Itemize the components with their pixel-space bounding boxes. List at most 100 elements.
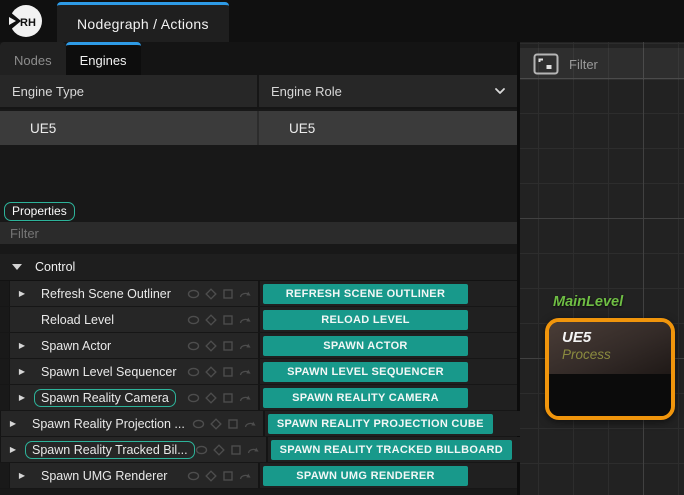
diamond-keyframe-icon[interactable] xyxy=(205,340,217,352)
property-label: Reload Level xyxy=(34,311,121,329)
row-state-icons xyxy=(187,392,252,404)
property-label: Spawn Reality Projection ... xyxy=(25,415,192,433)
diamond-keyframe-icon[interactable] xyxy=(210,418,222,430)
property-label: Spawn UMG Renderer xyxy=(34,467,174,485)
property-row[interactable]: ▶ Spawn Reality Tracked Bil... SPAWN REA… xyxy=(0,437,517,463)
node-level-label: MainLevel xyxy=(553,294,623,310)
property-row[interactable]: ▶ Spawn Actor SPAWN ACTOR xyxy=(0,333,517,359)
tab-nodes[interactable]: Nodes xyxy=(0,42,66,75)
expand-arrow-icon[interactable]: ▶ xyxy=(10,471,34,480)
oval-keyframe-icon[interactable] xyxy=(195,444,208,456)
engine-table-header: Engine Type Engine Role xyxy=(0,75,517,109)
action-cell: REFRESH SCENE OUTLINER xyxy=(258,281,517,306)
square-keyframe-icon[interactable] xyxy=(222,366,234,378)
row-state-icons xyxy=(192,418,257,430)
oval-keyframe-icon[interactable] xyxy=(187,470,200,482)
revert-arrow-icon[interactable] xyxy=(239,366,252,378)
square-keyframe-icon[interactable] xyxy=(227,418,239,430)
diamond-keyframe-icon[interactable] xyxy=(205,314,217,326)
action-button[interactable]: SPAWN UMG RENDERER xyxy=(263,466,468,486)
nodegraph-canvas[interactable]: MainLevel UE5 Process xyxy=(520,42,684,495)
revert-arrow-icon[interactable] xyxy=(239,314,252,326)
panel-tab-bar: Nodes Engines xyxy=(0,42,517,75)
oval-keyframe-icon[interactable] xyxy=(187,392,200,404)
column-header-engine-role[interactable]: Engine Role xyxy=(259,75,517,107)
expand-arrow-icon[interactable]: ▶ xyxy=(10,393,34,402)
revert-arrow-icon[interactable] xyxy=(244,418,257,430)
action-button[interactable]: SPAWN ACTOR xyxy=(263,336,468,356)
engine-table-row[interactable]: UE5 UE5 xyxy=(0,111,517,145)
expand-arrow-icon[interactable]: ▶ xyxy=(10,289,34,298)
square-keyframe-icon[interactable] xyxy=(222,314,234,326)
diamond-keyframe-icon[interactable] xyxy=(205,470,217,482)
oval-keyframe-icon[interactable] xyxy=(187,314,200,326)
expand-arrow-icon[interactable]: ▶ xyxy=(10,367,34,376)
action-button[interactable]: REFRESH SCENE OUTLINER xyxy=(263,284,468,304)
action-button[interactable]: RELOAD LEVEL xyxy=(263,310,468,330)
tab-engines-label: Engines xyxy=(80,53,127,68)
square-keyframe-icon[interactable] xyxy=(222,470,234,482)
engine-type-cell[interactable]: UE5 xyxy=(0,111,259,145)
expand-arrow-icon[interactable]: ▶ xyxy=(10,341,34,350)
property-row[interactable]: ▶ Refresh Scene Outliner REFRESH SCENE O… xyxy=(0,281,517,307)
oval-keyframe-icon[interactable] xyxy=(192,418,205,430)
row-gutter xyxy=(0,385,10,410)
oval-keyframe-icon[interactable] xyxy=(187,366,200,378)
row-state-icons xyxy=(187,470,252,482)
square-keyframe-icon[interactable] xyxy=(230,444,242,456)
action-button[interactable]: SPAWN REALITY TRACKED BILLBOARD xyxy=(271,440,512,460)
expand-arrow-icon[interactable]: ▶ xyxy=(1,445,25,454)
diamond-keyframe-icon[interactable] xyxy=(205,392,217,404)
revert-arrow-icon[interactable] xyxy=(239,288,252,300)
diamond-keyframe-icon[interactable] xyxy=(205,288,217,300)
property-row[interactable]: ▶ Spawn UMG Renderer SPAWN UMG RENDERER xyxy=(0,463,517,489)
app-window: RH Nodegraph / Actions Nodes Engines Eng… xyxy=(0,0,684,495)
property-row[interactable]: ▶ Spawn Level Sequencer SPAWN LEVEL SEQU… xyxy=(0,359,517,385)
square-keyframe-icon[interactable] xyxy=(222,288,234,300)
property-row[interactable]: ▶ Spawn Reality Projection ... SPAWN REA… xyxy=(0,411,517,437)
action-button[interactable]: SPAWN REALITY CAMERA xyxy=(263,388,468,408)
engines-panel: Nodes Engines Engine Type Engine Role UE… xyxy=(0,42,517,495)
oval-keyframe-icon[interactable] xyxy=(187,340,200,352)
oval-keyframe-icon[interactable] xyxy=(187,288,200,300)
diamond-keyframe-icon[interactable] xyxy=(205,366,217,378)
property-label: Spawn Reality Tracked Bil... xyxy=(25,441,195,459)
revert-arrow-icon[interactable] xyxy=(239,470,252,482)
property-label: Spawn Actor xyxy=(34,337,118,355)
properties-filter-input[interactable] xyxy=(0,222,517,244)
row-state-icons xyxy=(187,340,252,352)
engine-role-cell[interactable]: UE5 xyxy=(259,111,517,145)
node-body xyxy=(549,374,671,420)
expand-arrow-icon[interactable]: ▶ xyxy=(1,419,25,428)
action-cell: RELOAD LEVEL xyxy=(258,307,517,332)
graph-filter-input[interactable] xyxy=(569,57,659,72)
action-cell: SPAWN LEVEL SEQUENCER xyxy=(258,359,517,384)
revert-arrow-icon[interactable] xyxy=(247,444,260,456)
svg-text:RH: RH xyxy=(20,17,36,29)
main-tab-nodegraph-actions[interactable]: Nodegraph / Actions xyxy=(57,2,229,42)
chevron-down-icon[interactable] xyxy=(493,84,507,98)
property-row[interactable]: ▶ Reload Level RELOAD LEVEL xyxy=(0,307,517,333)
property-label: Refresh Scene Outliner xyxy=(34,285,178,303)
ue5-process-node[interactable]: UE5 Process xyxy=(545,318,675,420)
collapse-caret-icon[interactable] xyxy=(12,264,22,270)
action-button[interactable]: SPAWN LEVEL SEQUENCER xyxy=(263,362,468,382)
column-header-engine-type[interactable]: Engine Type xyxy=(0,75,259,107)
reality-hub-logo-icon[interactable]: RH xyxy=(9,4,43,38)
row-state-icons xyxy=(187,314,252,326)
group-header-control[interactable]: Control xyxy=(0,254,517,281)
action-cell: SPAWN REALITY CAMERA xyxy=(258,385,517,410)
node-header: UE5 Process xyxy=(549,322,671,374)
fit-view-icon[interactable] xyxy=(533,53,559,75)
square-keyframe-icon[interactable] xyxy=(222,392,234,404)
properties-badge[interactable]: Properties xyxy=(4,202,75,221)
property-row[interactable]: ▶ Spawn Reality Camera SPAWN REALITY CAM… xyxy=(0,385,517,411)
tab-engines[interactable]: Engines xyxy=(66,42,141,75)
tab-nodes-label: Nodes xyxy=(14,53,52,68)
diamond-keyframe-icon[interactable] xyxy=(213,444,225,456)
revert-arrow-icon[interactable] xyxy=(239,340,252,352)
square-keyframe-icon[interactable] xyxy=(222,340,234,352)
node-title: UE5 xyxy=(562,329,671,346)
action-button[interactable]: SPAWN REALITY PROJECTION CUBE xyxy=(268,414,493,434)
revert-arrow-icon[interactable] xyxy=(239,392,252,404)
